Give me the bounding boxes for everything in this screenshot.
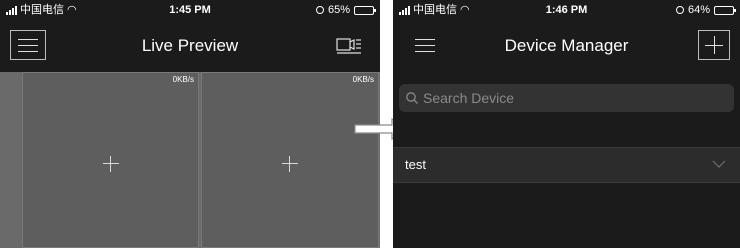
layout-switch-icon[interactable] [336,36,362,56]
status-bar: 中国电信 ◠ 1:45 PM 65% [0,0,380,20]
device-name: test [405,157,426,172]
nav-bar: Live Preview [0,20,380,72]
add-device-button[interactable] [698,30,730,60]
preview-cell[interactable]: 0KB/s [201,72,379,248]
search-icon [406,92,418,104]
page-title: Device Manager [504,36,629,55]
preview-grid: 0KB/s 0KB/s [0,72,380,248]
chevron-down-icon[interactable] [712,160,726,168]
plus-icon[interactable] [102,156,119,172]
search-input[interactable] [419,90,734,106]
nav-bar: Device Manager [393,20,740,72]
preview-cell[interactable]: 0KB/s [22,72,199,248]
bitrate-label: 0KB/s [352,75,374,84]
plus-icon[interactable] [282,156,298,172]
battery-percentage: 64% [687,4,710,16]
device-list-item[interactable]: test [393,147,740,183]
battery-icon [354,5,376,15]
search-bar[interactable] [399,84,734,112]
orientation-lock-icon [675,6,684,14]
device-manager-screen: 中国电信 ◠ 1:46 PM 64% Device Manager test [393,0,740,248]
battery-icon [714,5,736,15]
status-bar: 中国电信 ◠ 1:46 PM 64% [393,0,740,20]
battery-percentage: 65% [327,4,350,16]
bitrate-label: 0KB/s [172,75,194,84]
page-title: Live Preview [141,36,239,55]
live-preview-screen: 中国电信 ◠ 1:45 PM 65% Live Preview 0KB/s 0K… [0,0,380,248]
orientation-lock-icon [315,6,324,14]
